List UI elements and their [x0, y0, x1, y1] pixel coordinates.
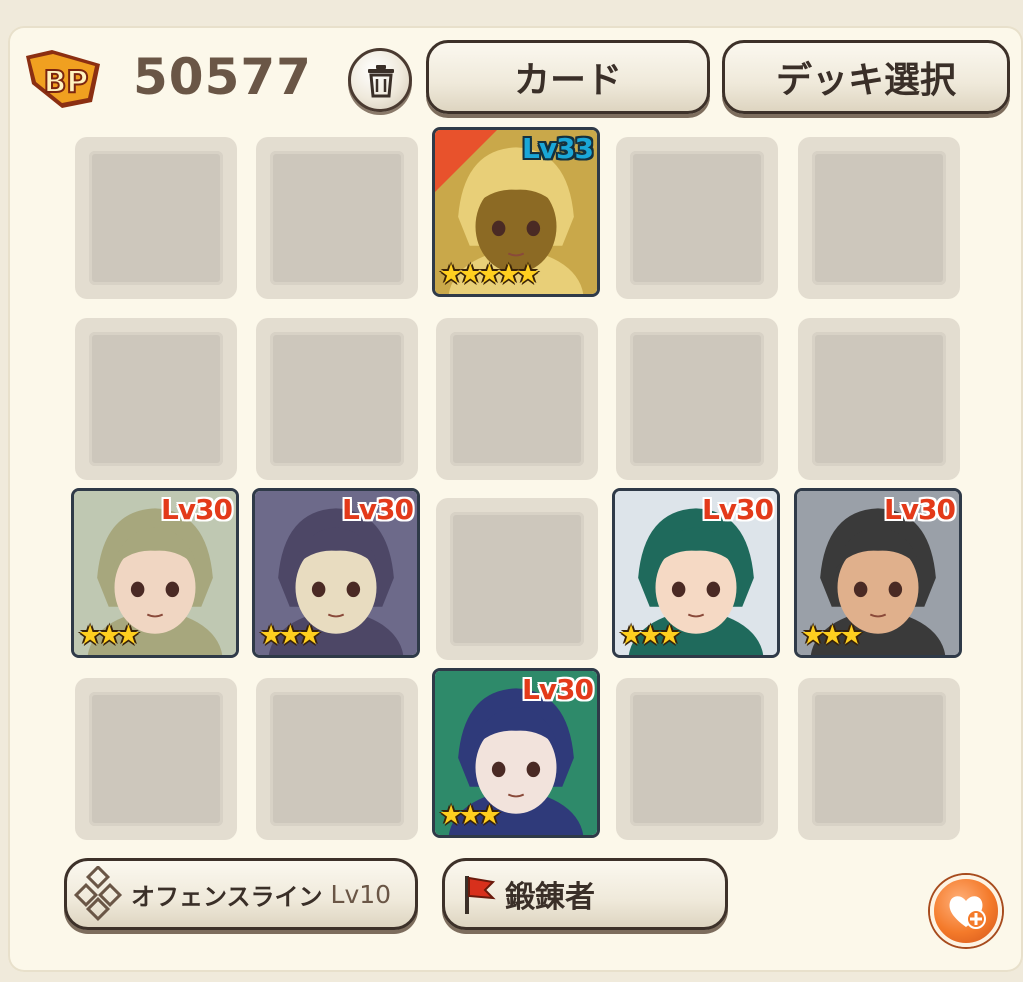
- empty-slot[interactable]: [75, 678, 237, 840]
- card-button[interactable]: カード: [426, 40, 710, 114]
- empty-slot[interactable]: [616, 678, 778, 840]
- support-button[interactable]: [930, 875, 1002, 947]
- red-flag-icon: [465, 876, 496, 914]
- trash-icon: [368, 65, 394, 98]
- empty-slot[interactable]: [798, 137, 960, 299]
- empty-slot[interactable]: [798, 318, 960, 480]
- leader-marker: [435, 130, 497, 192]
- card-stars: ★★★: [801, 620, 864, 651]
- unit-card[interactable]: Lv30 ★★★: [432, 668, 600, 838]
- card-stars: ★★★: [259, 620, 322, 651]
- heart-plus-icon: [949, 896, 986, 929]
- title-button[interactable]: 鍛錬者: [442, 858, 728, 930]
- unit-card[interactable]: Lv30 ★★★: [252, 488, 420, 658]
- formation-icon: [73, 866, 123, 922]
- trash-button[interactable]: [348, 48, 412, 112]
- card-level: Lv33: [521, 132, 594, 165]
- unit-card[interactable]: Lv33 ★★★★★: [432, 127, 600, 297]
- card-stars: ★★★★★: [439, 259, 540, 290]
- empty-slot[interactable]: [75, 318, 237, 480]
- offense-line-button[interactable]: オフェンスライン Lv10: [64, 858, 418, 930]
- empty-slot[interactable]: [436, 318, 598, 480]
- card-stars: ★★★: [78, 620, 141, 651]
- offense-line-label: オフェンスライン: [131, 882, 323, 911]
- empty-slot[interactable]: [75, 137, 237, 299]
- card-level: Lv30: [521, 673, 594, 706]
- unit-card[interactable]: Lv30 ★★★: [71, 488, 239, 658]
- empty-slot[interactable]: [436, 498, 598, 660]
- card-stars: ★★★: [619, 620, 682, 651]
- empty-slot[interactable]: [616, 137, 778, 299]
- offense-line-level: Lv10: [330, 879, 392, 909]
- card-level: Lv30: [883, 493, 956, 526]
- empty-slot[interactable]: [616, 318, 778, 480]
- card-level: Lv30: [341, 493, 414, 526]
- card-level: Lv30: [160, 493, 233, 526]
- deck-select-button[interactable]: デッキ選択: [722, 40, 1010, 114]
- empty-slot[interactable]: [256, 678, 418, 840]
- card-level: Lv30: [701, 493, 774, 526]
- empty-slot[interactable]: [256, 137, 418, 299]
- unit-card[interactable]: Lv30 ★★★: [612, 488, 780, 658]
- title-label: 鍛錬者: [505, 880, 595, 915]
- svg-text:BP: BP: [44, 65, 89, 100]
- bp-badge-icon: BP: [22, 44, 106, 112]
- unit-card[interactable]: Lv30 ★★★: [794, 488, 962, 658]
- empty-slot[interactable]: [256, 318, 418, 480]
- card-stars: ★★★: [439, 800, 502, 831]
- empty-slot[interactable]: [798, 678, 960, 840]
- bp-value: 50577: [133, 48, 312, 106]
